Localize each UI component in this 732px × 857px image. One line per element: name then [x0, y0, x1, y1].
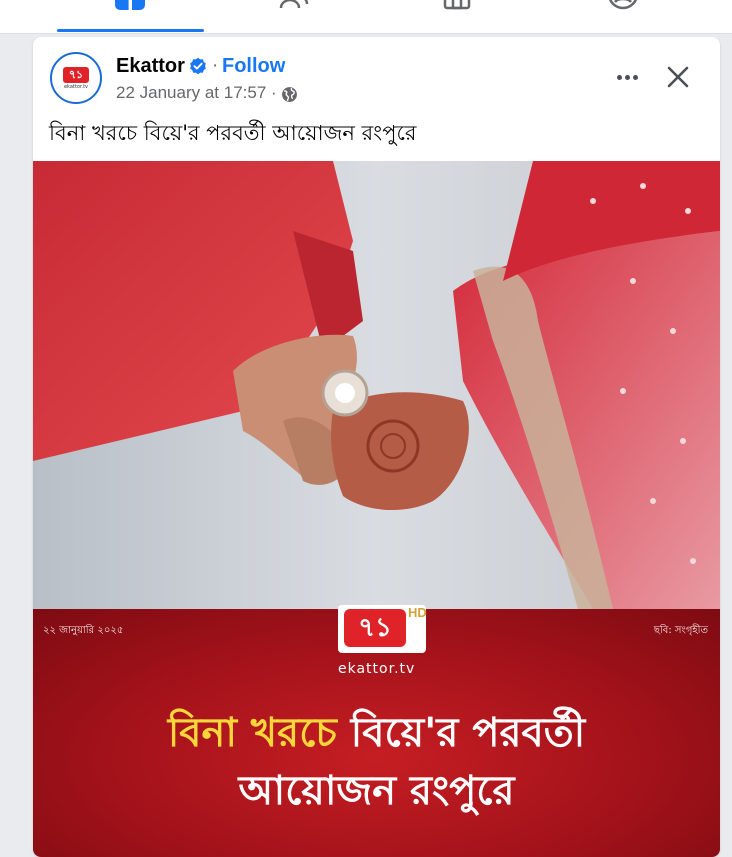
post-caption: বিনা খরচে বিয়ে'র পরবর্তী আয়োজন রংপুরে — [49, 121, 417, 145]
follow-button[interactable]: Follow — [222, 55, 285, 78]
more-dot — [633, 75, 638, 80]
more-options-button[interactable] — [615, 65, 643, 89]
post-card: ৭১ ekattor.tv Ekattor · Follow 22 Januar… — [33, 37, 720, 857]
headline-rest: বিয়ে'র পরবর্তী — [350, 710, 586, 756]
separator-dot: · — [212, 55, 219, 76]
verified-badge-icon — [190, 57, 206, 75]
globe-icon — [282, 87, 297, 102]
banner-date: ২২ জানুয়ারি ২০২৫ — [43, 625, 124, 636]
avatar-logo: ৭১ — [63, 66, 89, 83]
headline-line2: আয়োজন রংপুরে — [238, 768, 515, 814]
banner-website: ekattor.tv — [338, 661, 416, 677]
avatar-logo-sub: ekattor.tv — [63, 83, 89, 90]
hands-holding-illustration — [33, 161, 720, 609]
active-tab-indicator — [57, 29, 204, 32]
headline-highlight: বিনা খরচে — [167, 710, 337, 756]
marketplace-icon — [443, 0, 471, 10]
hd-badge: HD — [408, 605, 427, 620]
post-timestamp[interactable]: 22 January at 17:57 · — [116, 83, 277, 103]
profile-icon — [608, 0, 638, 10]
wedding-photo — [33, 161, 720, 609]
friends-icon — [279, 0, 309, 9]
banner-credit: ছবি: সংগৃহীত — [653, 625, 708, 636]
ekattor-logo: ৭১ HD — [338, 605, 427, 653]
page-avatar[interactable]: ৭১ ekattor.tv — [50, 52, 102, 104]
more-dot — [625, 75, 630, 80]
tab-marketplace[interactable] — [405, 0, 515, 33]
facebook-home-icon — [115, 0, 145, 10]
news-banner: ২২ জানুয়ারি ২০২৫ ছবি: সংগৃহীত ৭১ HD eka… — [33, 605, 720, 857]
tab-profile[interactable] — [565, 0, 680, 33]
more-dot — [617, 75, 622, 80]
close-icon[interactable] — [665, 64, 691, 90]
page-name[interactable]: Ekattor — [116, 55, 185, 78]
post-image[interactable]: ২২ জানুয়ারি ২০২৫ ছবি: সংগৃহীত ৭১ HD eka… — [33, 161, 720, 857]
tab-friends[interactable] — [240, 0, 350, 33]
top-navigation — [0, 0, 732, 34]
banner-headline: বিনা খরচে বিয়ে'র পরবর্তী আয়োজন রংপুরে — [33, 704, 720, 820]
logo-number: ৭১ — [344, 609, 406, 647]
